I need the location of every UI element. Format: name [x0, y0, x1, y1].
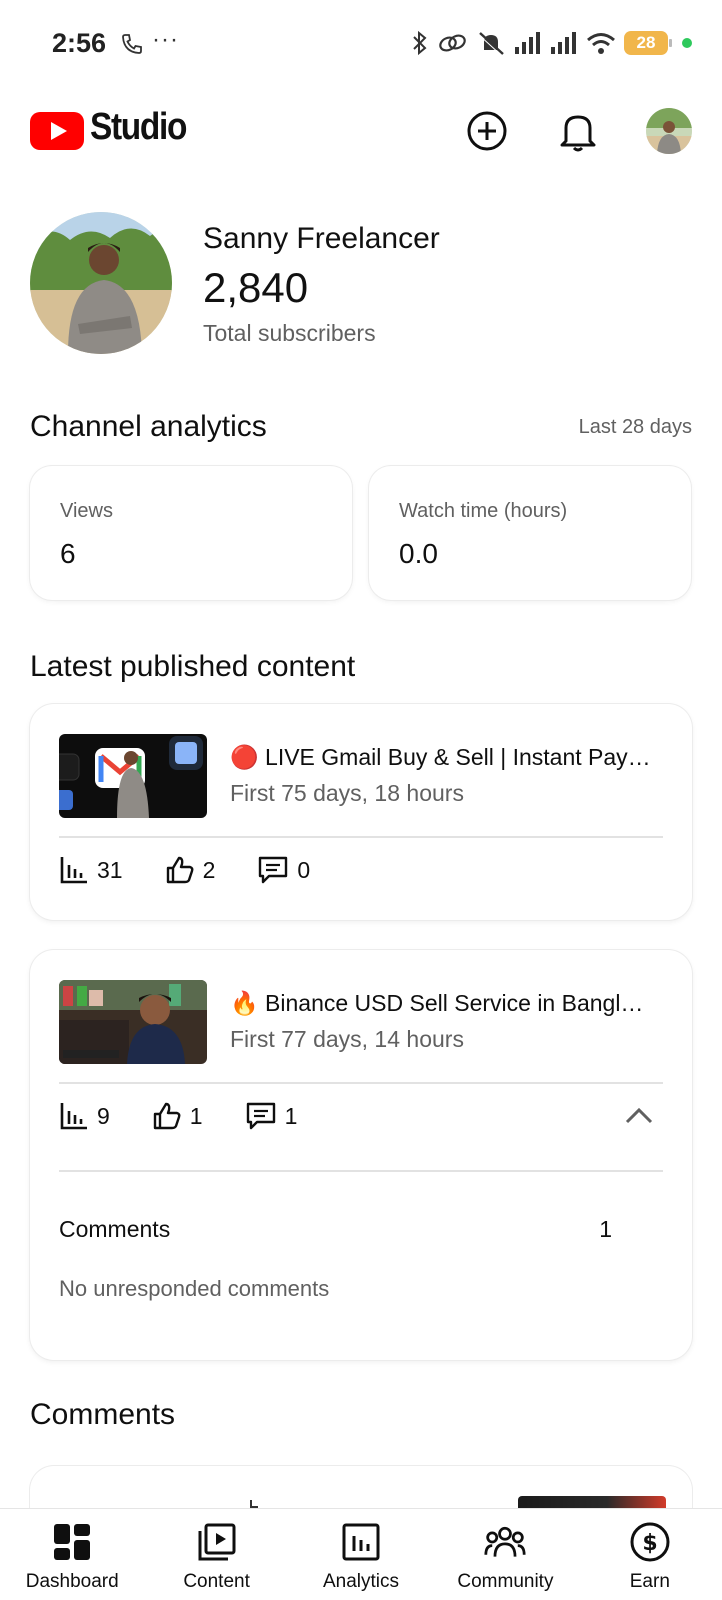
account-avatar[interactable]: [646, 108, 692, 154]
video-thumbnail[interactable]: ​: [59, 980, 207, 1064]
watch-time-card[interactable]: Watch time (hours) 0.0: [369, 466, 691, 600]
video-period: First 75 days, 18 hours: [230, 780, 464, 806]
analytics-heading: Channel analytics: [30, 410, 267, 443]
bell-icon: [560, 115, 596, 152]
dashboard-icon: [51, 1521, 93, 1563]
comment-mark: [250, 1500, 258, 1508]
bottom-navigation: Dashboard Content Analytics Community $ …: [0, 1508, 722, 1600]
video-title[interactable]: 🔴 LIVE Gmail Buy & Sell | Instant Pay…: [230, 744, 670, 771]
nav-dashboard-label: Dashboard: [25, 1571, 119, 1592]
nav-analytics[interactable]: Analytics: [289, 1509, 433, 1600]
live-emoji-icon: 🔴: [230, 744, 259, 770]
video-period: First 77 days, 14 hours: [230, 1026, 464, 1052]
comments-row-label: Comments: [59, 1216, 171, 1242]
video-metrics: 31 2 0: [59, 850, 352, 890]
community-icon: [484, 1521, 526, 1563]
no-unresponded-comments: No unresponded comments: [59, 1276, 330, 1301]
likes-metric: 1: [152, 1101, 203, 1131]
nav-content[interactable]: Content: [144, 1509, 288, 1600]
divider: [59, 836, 663, 838]
comments-heading: Comments: [30, 1398, 176, 1431]
call-icon: [120, 32, 144, 56]
thumbs-up-icon: [153, 1102, 181, 1130]
comments-metric: 0: [257, 855, 310, 885]
svg-text:$: $: [642, 1531, 657, 1556]
nav-community-label: Community: [457, 1571, 554, 1592]
watch-time-value: 0.0: [399, 538, 438, 569]
video-title[interactable]: 🔥 Binance USD Sell Service in Bangl…: [230, 990, 670, 1017]
app-header: Studio: [0, 100, 722, 164]
signal-icon-2: [551, 32, 576, 54]
nav-content-label: Content: [183, 1571, 250, 1592]
views-metric: 9: [59, 1101, 110, 1131]
status-bar: 2:56 ··· 28: [0, 0, 722, 90]
nav-dashboard[interactable]: Dashboard: [0, 1509, 144, 1600]
nav-community[interactable]: Community: [433, 1509, 577, 1600]
views-metric: 31: [59, 855, 123, 885]
video-card[interactable]: ​ 🔥 Binance USD Sell Service in Bangl… F…: [30, 950, 692, 1360]
studio-wordmark: Studio: [90, 106, 187, 148]
more-dots: ···: [152, 26, 179, 53]
create-button[interactable]: [464, 108, 510, 154]
nav-earn-label: Earn: [629, 1571, 670, 1592]
views-card[interactable]: Views 6: [30, 466, 352, 600]
subscriber-label: Total subscribers: [203, 320, 376, 346]
create-plus-icon: [467, 111, 507, 151]
notifications-button[interactable]: [555, 108, 601, 154]
mute-bell-icon: [478, 32, 504, 56]
comments-metric: 1: [245, 1101, 297, 1131]
earn-dollar-icon: $: [629, 1521, 671, 1563]
youtube-logo-icon[interactable]: [30, 112, 84, 150]
views-label: Views: [60, 500, 113, 522]
battery-indicator: 28: [624, 31, 672, 55]
video-metrics: 9 1 1: [59, 1094, 339, 1138]
divider: [59, 1082, 663, 1084]
bluetooth-icon: [413, 30, 427, 56]
latest-content-heading: Latest published content: [30, 650, 356, 683]
chevron-up-icon: [625, 1107, 653, 1124]
wifi-icon: [587, 33, 615, 54]
views-value: 6: [60, 538, 76, 569]
nav-analytics-label: Analytics: [323, 1571, 400, 1592]
comment-icon: [259, 856, 288, 884]
analytics-range: Last 28 days: [578, 416, 692, 438]
signal-icon-1: [515, 32, 540, 54]
divider: [59, 1170, 663, 1172]
status-icons: 28: [410, 28, 692, 58]
comment-icon: [246, 1102, 275, 1130]
video-card[interactable]: 🔴 LIVE Gmail Buy & Sell | Instant Pay… F…: [30, 704, 692, 920]
comments-row-count: 1: [599, 1216, 612, 1242]
fire-emoji-icon: 🔥: [230, 990, 259, 1016]
privacy-dot: [682, 38, 692, 48]
link-icon: [439, 34, 466, 52]
bar-chart-icon: [60, 1103, 87, 1130]
watch-time-label: Watch time (hours): [399, 500, 568, 522]
content-icon: [196, 1521, 238, 1563]
nav-earn[interactable]: $ Earn: [578, 1509, 722, 1600]
channel-avatar[interactable]: [30, 212, 172, 354]
channel-name: Sanny Freelancer: [203, 222, 440, 255]
video-thumbnail[interactable]: [59, 734, 207, 818]
bar-chart-icon: [60, 857, 87, 884]
channel-summary: Sanny Freelancer 2,840 Total subscribers: [30, 212, 690, 358]
status-time: 2:56: [52, 28, 107, 58]
thumbs-up-icon: [166, 856, 194, 884]
subscriber-count: 2,840: [203, 264, 309, 311]
likes-metric: 2: [165, 855, 215, 885]
analytics-icon: [340, 1521, 382, 1563]
collapse-button[interactable]: [622, 1098, 656, 1132]
